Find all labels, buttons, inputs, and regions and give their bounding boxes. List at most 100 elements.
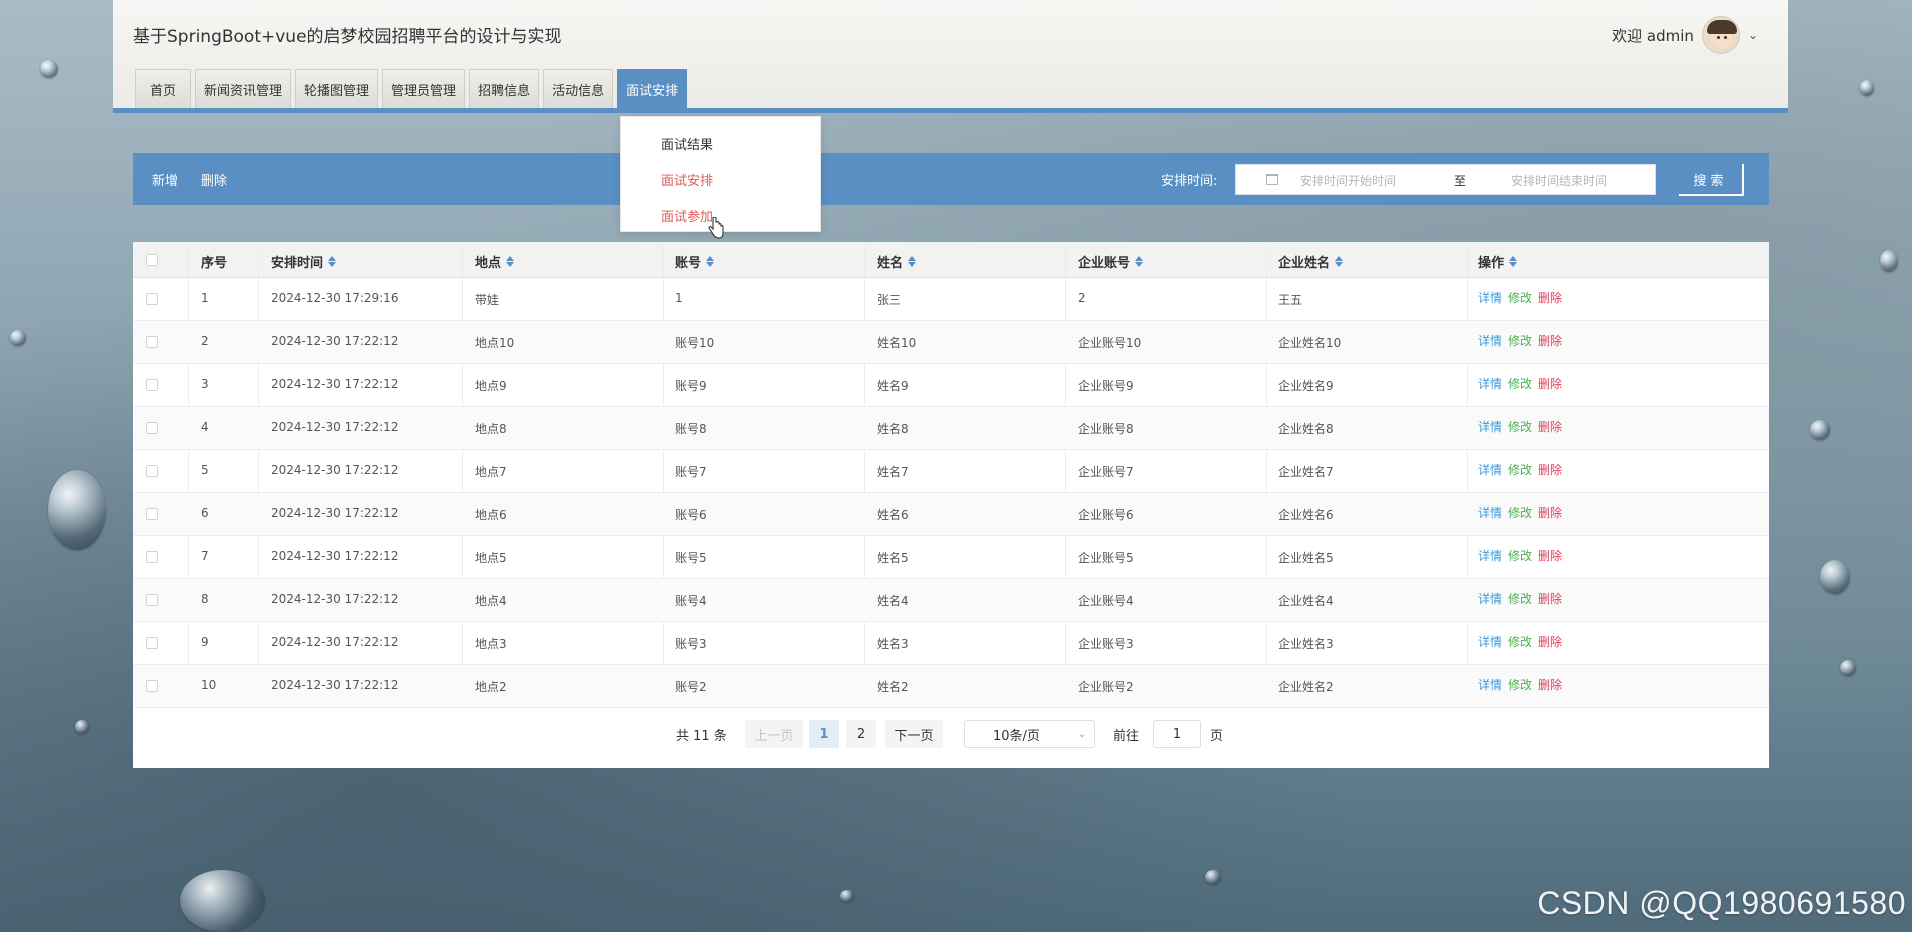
chevron-down-icon[interactable]: ⌄: [1748, 28, 1758, 42]
edit-link[interactable]: 修改: [1508, 418, 1532, 435]
row-checkbox[interactable]: [146, 293, 158, 305]
cell-company-name: 企业姓名9: [1278, 379, 1334, 393]
row-checkbox[interactable]: [146, 508, 158, 520]
detail-link[interactable]: 详情: [1478, 504, 1502, 521]
delete-link[interactable]: 删除: [1538, 461, 1562, 478]
avatar[interactable]: [1701, 16, 1740, 54]
edit-link[interactable]: 修改: [1508, 633, 1532, 650]
hand-cursor-icon: [708, 217, 724, 239]
start-time-input[interactable]: 安排时间开始时间: [1300, 172, 1396, 189]
detail-link[interactable]: 详情: [1478, 676, 1502, 693]
detail-link[interactable]: 详情: [1478, 547, 1502, 564]
edit-link[interactable]: 修改: [1508, 676, 1532, 693]
cell-company-account: 企业账号6: [1078, 508, 1134, 522]
column-header-name[interactable]: 姓名: [877, 252, 917, 271]
toolbar: 新增 删除 安排时间: 安排时间开始时间 至 安排时间结束时间 搜 索: [133, 153, 1769, 205]
cell-company-name: 企业姓名10: [1278, 336, 1342, 350]
cell-time: 2024-12-30 17:29:16: [271, 291, 399, 305]
search-button[interactable]: 搜 索: [1679, 164, 1744, 196]
cell-location: 地点8: [475, 422, 507, 436]
delete-link[interactable]: 删除: [1538, 504, 1562, 521]
edit-link[interactable]: 修改: [1508, 590, 1532, 607]
cell-account: 账号3: [675, 637, 707, 651]
delete-link[interactable]: 删除: [1538, 633, 1562, 650]
sort-icon: [908, 256, 917, 267]
edit-link[interactable]: 修改: [1508, 289, 1532, 306]
cell-time: 2024-12-30 17:22:12: [271, 592, 399, 606]
select-all-checkbox[interactable]: [146, 254, 158, 266]
delete-link[interactable]: 删除: [1538, 332, 1562, 349]
column-header-account[interactable]: 账号: [675, 252, 715, 271]
tab-activity[interactable]: 活动信息: [543, 69, 614, 108]
goto-page-input[interactable]: 1: [1153, 720, 1201, 748]
cell-company-account: 企业账号8: [1078, 422, 1134, 436]
column-header-company-account[interactable]: 企业账号: [1078, 252, 1144, 271]
edit-link[interactable]: 修改: [1508, 332, 1532, 349]
tab-carousel[interactable]: 轮播图管理: [295, 69, 379, 108]
cell-name: 姓名3: [877, 637, 909, 651]
detail-link[interactable]: 详情: [1478, 590, 1502, 607]
column-header-actions[interactable]: 操作: [1478, 252, 1518, 271]
row-checkbox[interactable]: [146, 379, 158, 391]
detail-link[interactable]: 详情: [1478, 332, 1502, 349]
tab-news[interactable]: 新闻资讯管理: [195, 69, 292, 108]
page-2-button[interactable]: 2: [846, 720, 876, 748]
cell-index: 7: [201, 549, 209, 563]
table-row: 1 2024-12-30 17:29:16 带娃 1 张三 2 王五 详情 修改 删除: [133, 278, 1769, 321]
detail-link[interactable]: 详情: [1478, 418, 1502, 435]
tab-home[interactable]: 首页: [135, 69, 192, 108]
row-actions: 详情 修改 删除: [1478, 547, 1562, 564]
row-checkbox[interactable]: [146, 594, 158, 606]
menu-item-interview-attend[interactable]: 面试参加: [661, 206, 713, 225]
date-range-picker[interactable]: 安排时间开始时间 至 安排时间结束时间: [1235, 164, 1656, 195]
end-time-input[interactable]: 安排时间结束时间: [1511, 172, 1607, 189]
row-checkbox[interactable]: [146, 465, 158, 477]
tab-interview[interactable]: 面试安排: [617, 69, 688, 108]
prev-page-button[interactable]: 上一页: [745, 720, 803, 748]
detail-link[interactable]: 详情: [1478, 289, 1502, 306]
menu-item-interview-result[interactable]: 面试结果: [661, 134, 713, 153]
edit-link[interactable]: 修改: [1508, 504, 1532, 521]
add-button[interactable]: 新增: [152, 170, 178, 189]
delete-link[interactable]: 删除: [1538, 418, 1562, 435]
row-checkbox[interactable]: [146, 551, 158, 563]
edit-link[interactable]: 修改: [1508, 375, 1532, 392]
cell-location: 地点6: [475, 508, 507, 522]
delete-link[interactable]: 删除: [1538, 590, 1562, 607]
cell-account: 账号8: [675, 422, 707, 436]
delete-link[interactable]: 删除: [1538, 547, 1562, 564]
row-checkbox[interactable]: [146, 422, 158, 434]
detail-link[interactable]: 详情: [1478, 461, 1502, 478]
page-size-select[interactable]: 10条/页 ⌄: [964, 720, 1095, 748]
column-header-company-name[interactable]: 企业姓名: [1278, 252, 1344, 271]
column-header-location[interactable]: 地点: [475, 252, 515, 271]
edit-link[interactable]: 修改: [1508, 461, 1532, 478]
row-checkbox[interactable]: [146, 680, 158, 692]
row-checkbox[interactable]: [146, 637, 158, 649]
detail-link[interactable]: 详情: [1478, 375, 1502, 392]
menu-item-interview-schedule[interactable]: 面试安排: [661, 170, 713, 189]
cell-name: 姓名6: [877, 508, 909, 522]
row-checkbox[interactable]: [146, 336, 158, 348]
table-row: 8 2024-12-30 17:22:12 地点4 账号4 姓名4 企业账号4 企业姓名4 详…: [133, 579, 1769, 622]
tab-recruitment[interactable]: 招聘信息: [469, 69, 540, 108]
cell-time: 2024-12-30 17:22:12: [271, 506, 399, 520]
cell-account: 账号9: [675, 379, 707, 393]
page-1-button[interactable]: 1: [809, 720, 839, 748]
delete-link[interactable]: 删除: [1538, 289, 1562, 306]
delete-link[interactable]: 删除: [1538, 375, 1562, 392]
cell-company-name: 企业姓名2: [1278, 680, 1334, 694]
cell-company-name: 企业姓名7: [1278, 465, 1334, 479]
cell-location: 地点2: [475, 680, 507, 694]
user-menu[interactable]: 欢迎 admin ⌄: [1612, 16, 1758, 54]
column-header-index: 序号: [201, 256, 228, 271]
edit-link[interactable]: 修改: [1508, 547, 1532, 564]
next-page-button[interactable]: 下一页: [885, 720, 943, 748]
cell-name: 姓名8: [877, 422, 909, 436]
column-header-time[interactable]: 安排时间: [271, 252, 337, 271]
cell-location: 地点7: [475, 465, 507, 479]
tab-admin[interactable]: 管理员管理: [382, 69, 466, 108]
delete-button[interactable]: 删除: [201, 170, 227, 189]
delete-link[interactable]: 删除: [1538, 676, 1562, 693]
detail-link[interactable]: 详情: [1478, 633, 1502, 650]
